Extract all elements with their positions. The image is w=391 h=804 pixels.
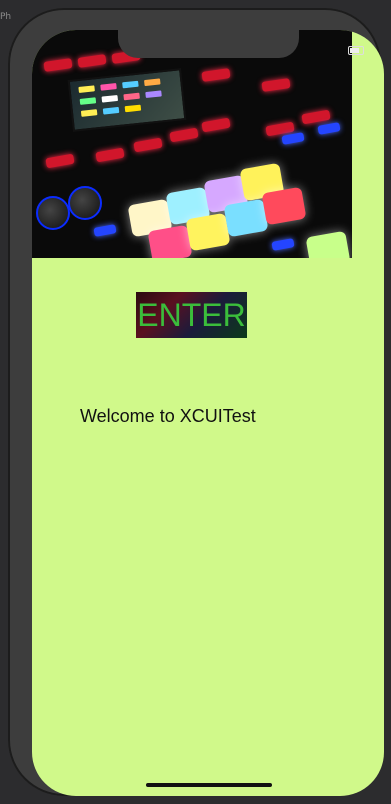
welcome-label: Welcome to XCUITest	[80, 406, 256, 426]
enter-button[interactable]: ENTER	[136, 292, 247, 338]
status-bar-left-text: Ph	[0, 12, 12, 22]
enter-button-label: ENTER	[137, 296, 246, 333]
iphone-device-frame: ENTER Welcome to XCUITest	[8, 8, 384, 796]
device-notch	[118, 30, 299, 58]
app-screen: ENTER Welcome to XCUITest	[32, 30, 384, 796]
controller-display	[67, 68, 187, 132]
home-indicator[interactable]	[146, 783, 272, 787]
hero-image	[32, 30, 352, 258]
battery-icon	[348, 46, 364, 55]
